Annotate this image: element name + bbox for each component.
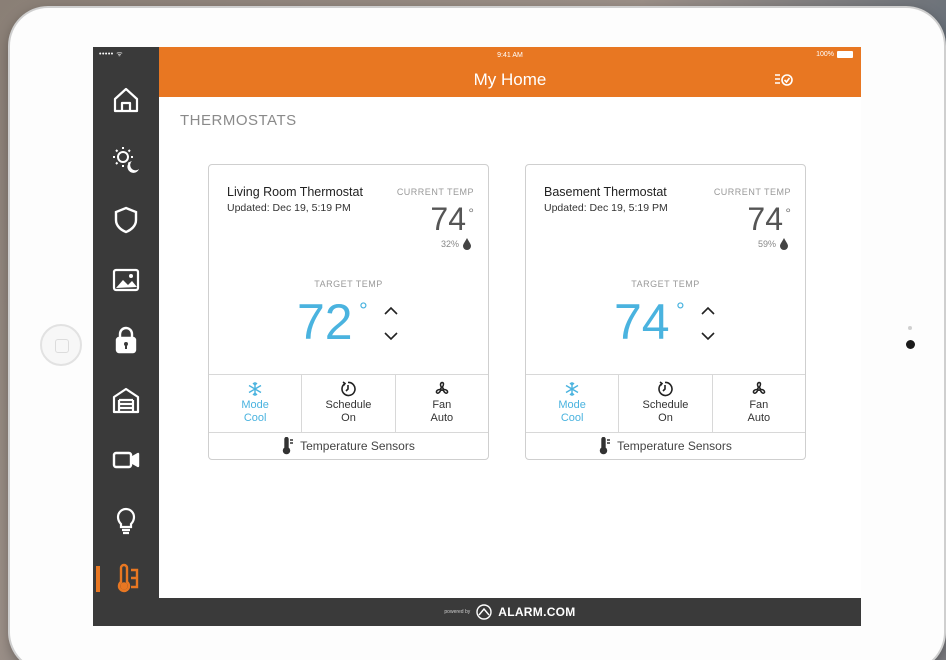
thermostat-card: Living Room Thermostat Updated: Dec 19, … — [208, 164, 489, 460]
day-night-icon — [113, 147, 139, 173]
temperature-sensors-label: Temperature Sensors — [300, 439, 415, 453]
target-temp-value: 72 — [297, 294, 353, 350]
chevron-up-icon[interactable] — [698, 302, 718, 320]
mode-value: Cool — [243, 412, 267, 424]
fan-icon — [435, 381, 449, 394]
alarm-logo-icon — [476, 604, 492, 620]
mode-button[interactable]: Mode Cool — [209, 375, 303, 432]
thermometer-icon — [282, 437, 294, 455]
mode-label: Mode — [241, 399, 269, 411]
schedule-clock-icon — [341, 381, 357, 397]
chevron-down-icon[interactable] — [381, 327, 401, 345]
current-temp-degree: ° — [785, 205, 791, 221]
checklist-icon[interactable] — [773, 69, 795, 91]
thermostat-icon — [117, 563, 139, 593]
main-content: THERMOSTATS Living Room Thermostat Updat… — [159, 97, 861, 598]
fan-label: Fan — [432, 399, 452, 411]
page-title: My Home — [473, 70, 547, 89]
app-screen: ••••• ᯤ 9:41 AM 100% My Home THERMOSTATS… — [93, 47, 861, 626]
signal-indicator: ••••• ᯤ — [99, 51, 124, 58]
schedule-label: Schedule — [325, 399, 372, 411]
humidity-value: 59% — [757, 239, 776, 249]
current-temp-label: CURRENT TEMP — [713, 187, 791, 197]
chevron-down-icon[interactable] — [698, 327, 718, 345]
current-temp-value: 74 — [430, 201, 466, 237]
app-footer: powered by ALARM.COM — [159, 598, 861, 626]
tablet-home-button[interactable] — [40, 324, 82, 366]
temperature-sensors-label: Temperature Sensors — [617, 439, 732, 453]
temperature-sensors-button[interactable]: Temperature Sensors — [526, 432, 805, 459]
sidebar-item-locks[interactable] — [93, 313, 159, 367]
brand-name: ALARM.COM — [498, 605, 576, 619]
fan-value: Auto — [747, 412, 771, 424]
target-temp-degree: ° — [676, 298, 685, 323]
tablet-camera-icon — [906, 340, 915, 349]
fan-label: Fan — [749, 399, 769, 411]
battery-percent: 100% — [816, 51, 834, 58]
target-temp-label: TARGET TEMP — [631, 279, 700, 289]
powered-by-text: powered by — [444, 609, 471, 615]
battery-indicator: 100% — [816, 51, 853, 58]
current-temp-label: CURRENT TEMP — [396, 187, 474, 197]
target-temp-degree: ° — [359, 298, 368, 323]
video-camera-icon — [112, 451, 140, 469]
fan-button[interactable]: Fan Auto — [713, 375, 805, 432]
sidebar-item-scenes[interactable] — [93, 133, 159, 187]
thermostat-name: Basement Thermostat — [544, 185, 667, 199]
humidity-value: 32% — [440, 239, 459, 249]
shield-icon — [114, 206, 138, 234]
battery-icon — [837, 51, 853, 58]
target-temp-label: TARGET TEMP — [314, 279, 383, 289]
sidebar-item-garage[interactable] — [93, 373, 159, 427]
schedule-value: On — [341, 412, 356, 424]
humidity-readout: 32% — [441, 238, 472, 250]
sidebar-item-thermostats[interactable] — [93, 552, 159, 606]
tablet-sensor — [908, 326, 912, 330]
home-icon — [113, 87, 139, 113]
thermometer-icon — [599, 437, 611, 455]
sidebar-item-security[interactable] — [93, 193, 159, 247]
target-temp-value: 74 — [614, 294, 670, 350]
snowflake-icon — [565, 382, 579, 396]
chevron-up-icon[interactable] — [381, 302, 401, 320]
app-header: 9:41 AM 100% My Home — [159, 47, 861, 97]
section-title: THERMOSTATS — [180, 112, 297, 129]
mode-label: Mode — [558, 399, 586, 411]
sidebar-item-video[interactable] — [93, 433, 159, 487]
schedule-clock-icon — [658, 381, 674, 397]
schedule-label: Schedule — [642, 399, 689, 411]
sidebar-item-home[interactable] — [93, 73, 159, 127]
sidebar-item-lights[interactable] — [93, 493, 159, 547]
thermostat-card: Basement Thermostat Updated: Dec 19, 5:1… — [525, 164, 806, 460]
mode-value: Cool — [560, 412, 584, 424]
lock-icon — [115, 326, 137, 354]
temperature-sensors-button[interactable]: Temperature Sensors — [209, 432, 488, 459]
mode-button[interactable]: Mode Cool — [526, 375, 620, 432]
schedule-button[interactable]: Schedule On — [619, 375, 713, 432]
sidebar: ••••• ᯤ — [93, 47, 159, 626]
fan-icon — [752, 381, 766, 394]
fan-button[interactable]: Fan Auto — [396, 375, 488, 432]
water-drop-icon — [780, 238, 788, 250]
updated-timestamp: Updated: Dec 19, 5:19 PM — [544, 202, 668, 214]
thermostat-name: Living Room Thermostat — [227, 185, 363, 199]
water-drop-icon — [463, 238, 471, 250]
image-icon — [112, 268, 140, 292]
garage-icon — [112, 387, 140, 414]
updated-timestamp: Updated: Dec 19, 5:19 PM — [227, 202, 351, 214]
humidity-readout: 59% — [758, 238, 789, 250]
current-temp-value: 74 — [747, 201, 783, 237]
lightbulb-icon — [116, 507, 136, 535]
schedule-button[interactable]: Schedule On — [302, 375, 396, 432]
sidebar-item-images[interactable] — [93, 253, 159, 307]
control-row: Mode Cool Schedule On Fan Auto — [526, 374, 805, 432]
fan-value: Auto — [430, 412, 454, 424]
schedule-value: On — [658, 412, 673, 424]
current-temp-degree: ° — [468, 205, 474, 221]
control-row: Mode Cool Schedule On Fan Auto — [209, 374, 488, 432]
status-time: 9:41 AM — [497, 52, 523, 59]
snowflake-icon — [248, 382, 262, 396]
